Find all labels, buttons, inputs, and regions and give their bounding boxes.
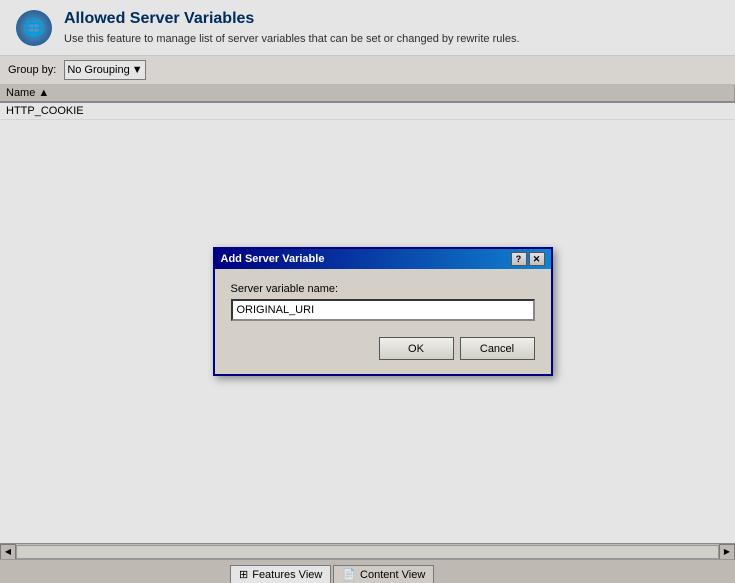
dialog-title-controls: ? ✕ bbox=[511, 252, 545, 266]
dialog-overlay: Add Server Variable ? ✕ Server variable … bbox=[0, 0, 735, 583]
ok-button[interactable]: OK bbox=[379, 337, 454, 360]
dialog-titlebar: Add Server Variable ? ✕ bbox=[215, 249, 551, 269]
cancel-button[interactable]: Cancel bbox=[460, 337, 535, 360]
server-variable-name-input[interactable] bbox=[231, 299, 535, 321]
dialog-content: Server variable name: OK Cancel bbox=[215, 269, 551, 374]
dialog-close-button[interactable]: ✕ bbox=[529, 252, 545, 266]
dialog-title: Add Server Variable bbox=[221, 253, 325, 265]
dialog-buttons: OK Cancel bbox=[231, 337, 535, 360]
field-label: Server variable name: bbox=[231, 283, 535, 295]
add-server-variable-dialog: Add Server Variable ? ✕ Server variable … bbox=[213, 247, 553, 376]
dialog-help-button[interactable]: ? bbox=[511, 252, 527, 266]
